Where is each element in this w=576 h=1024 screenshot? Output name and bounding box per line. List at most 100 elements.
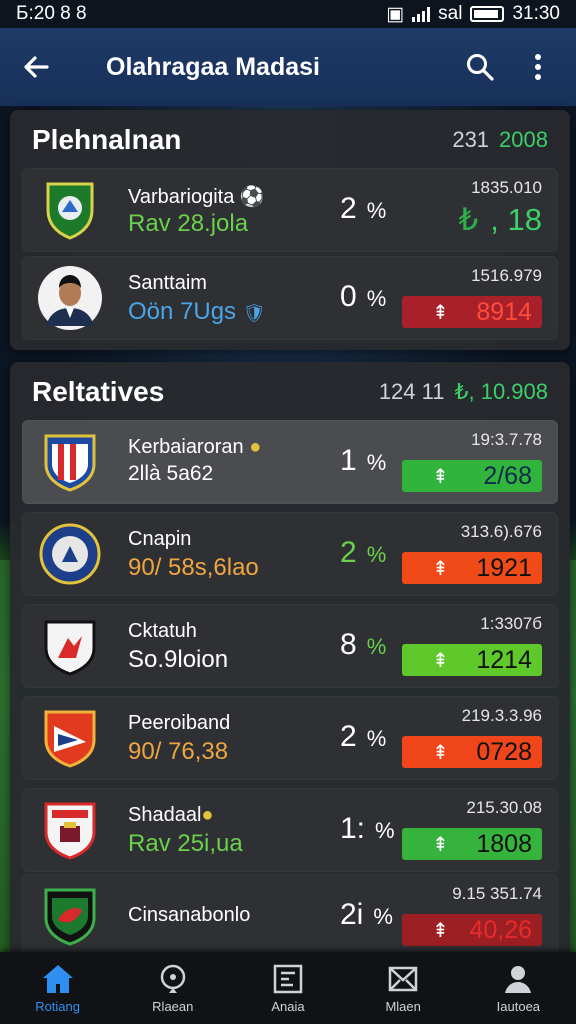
app-bar: Olahragaa Madasi xyxy=(0,28,576,106)
section-stat-b: 2008 xyxy=(499,127,548,152)
value-bar: ⇞ 8914 xyxy=(402,296,542,328)
nav-home[interactable]: Rotiang xyxy=(8,963,108,1014)
item-sub: Rav 28.jola xyxy=(128,210,249,237)
bar-value: 40,26 xyxy=(469,915,532,944)
nav-label: Rlaean xyxy=(152,998,194,1014)
value-bar: ⇞ 1921 xyxy=(402,552,542,584)
value-bar: ⇞ 0728 xyxy=(402,736,542,768)
team-crest-icon xyxy=(44,434,96,492)
item-percent: 2% xyxy=(340,192,387,225)
team-crest-icon xyxy=(39,523,101,585)
item-percent: 2% xyxy=(340,536,387,569)
list-item[interactable]: Shadaal● Rav 25i,ua 1:% 215.30.08 ⇞ 1808 xyxy=(22,788,558,872)
arrow-up-icon: ⇞ xyxy=(432,557,449,580)
section-title: Reltatives xyxy=(32,376,165,407)
item-value: ₺ , 18 xyxy=(458,202,542,237)
section-header: Reltatives 124 11 ₺, 10.908 xyxy=(10,362,570,422)
item-sub: Rav 25i,ua xyxy=(128,830,243,857)
arrow-up-icon: ⇞ xyxy=(432,301,449,324)
item-percent: 1:% xyxy=(340,812,395,845)
section-stats: 231 2008 xyxy=(452,127,548,153)
section-relatives: Reltatives 124 11 ₺, 10.908 Kerbaiaroran… xyxy=(10,362,570,958)
status-bar: Б:20 8 8 ▣ sal 31:30 xyxy=(0,0,576,28)
section-title: Plehnalnan xyxy=(32,124,182,155)
nav-messages[interactable]: Mlaen xyxy=(353,963,453,1014)
section-stat-a: 231 xyxy=(452,127,490,152)
coin-icon: ● xyxy=(201,804,214,826)
value-bar: ⇞ 1808 xyxy=(402,828,542,860)
profile-icon xyxy=(505,965,532,993)
item-small-value: 313.6).676 xyxy=(460,522,542,541)
back-button[interactable] xyxy=(16,47,56,87)
bottom-navigation: Rotiang Rlaean Anaia Mlaen Iautoea xyxy=(0,952,576,1024)
bar-value: 1214 xyxy=(476,645,532,674)
item-name: Cinsanabonlo xyxy=(128,904,251,926)
item-small-value: 1835.010 xyxy=(471,178,542,197)
item-percent: 2% xyxy=(340,720,387,753)
nav-profile[interactable]: Iautoea xyxy=(468,963,568,1014)
value-bar: ⇞ 1214 xyxy=(402,644,542,676)
section-header: Plehnalnan 231 2008 xyxy=(10,110,570,170)
team-crest-icon xyxy=(44,620,96,676)
item-sub: 90/ 76,38 xyxy=(128,738,229,765)
team-badge-icon: 🛡 xyxy=(242,303,266,323)
section-stat-b: ₺, 10.908 xyxy=(454,379,548,404)
nav-label: Rotiang xyxy=(35,998,80,1014)
bar-value: 2/68 xyxy=(483,461,532,490)
bar-value: 1808 xyxy=(476,829,532,858)
item-name: Cnapin xyxy=(128,528,192,550)
nav-label: Mlaen xyxy=(385,998,421,1014)
nav-label: Anaia xyxy=(271,998,305,1014)
value-bar: ⇞ 2/68 xyxy=(402,460,542,492)
section-players: Plehnalnan 231 2008 Varbariogita ⚽ Rav 2… xyxy=(10,110,570,350)
item-sub: 2llà 5a62 xyxy=(128,462,214,485)
back-arrow-icon xyxy=(24,56,49,78)
network-label: sal xyxy=(438,3,463,24)
list-item[interactable]: Cinsanabonlo 2i% 9.15 351.74 ⇞ 40,26 xyxy=(22,874,558,954)
list-item[interactable]: Kerbaiaroran ● 2llà 5a62 1% 19:3.7.78 ⇞ … xyxy=(22,420,558,504)
arrow-up-icon: ⇞ xyxy=(432,649,449,672)
item-small-value: 219.3.3.96 xyxy=(461,706,542,725)
search-button[interactable] xyxy=(458,45,502,89)
section-stat-a: 124 11 xyxy=(378,379,445,404)
more-vert-icon xyxy=(535,54,541,80)
item-name: Santtaim xyxy=(128,272,207,294)
list-item[interactable]: Peeroiband 90/ 76,38 2% 219.3.3.96 ⇞ 072… xyxy=(22,696,558,780)
status-icons: ▣ sal 31:30 xyxy=(386,3,560,26)
bar-value: 0728 xyxy=(476,737,532,766)
player-avatar xyxy=(38,266,102,330)
list-item[interactable]: Santtaim Oön 7Ugs 🛡 0% 1516.979 ⇞ 8914 xyxy=(22,256,558,340)
item-name: Cktatuh xyxy=(128,620,197,642)
item-percent: 1% xyxy=(340,444,387,477)
list-item[interactable]: Cnapin 90/ 58s,6lao 2% 313.6).676 ⇞ 1921 xyxy=(22,512,558,596)
notification-icon: ▣ xyxy=(386,3,405,25)
item-small-value: 215.30.08 xyxy=(466,798,542,817)
bar-value: 1921 xyxy=(476,553,532,582)
app-title: Olahragaa Madasi xyxy=(106,52,320,81)
lira-icon: ₺ xyxy=(458,202,479,237)
list-item[interactable]: Cktatuh So.9loion 8% 1:3307б ⇞ 1214 xyxy=(22,604,558,688)
item-small-value: 19:3.7.78 xyxy=(471,430,542,449)
location-icon xyxy=(160,964,186,993)
team-crest-icon xyxy=(44,888,96,946)
team-crest-icon xyxy=(44,802,96,860)
item-sub: Oön 7Ugs 🛡 xyxy=(128,298,266,325)
value-bar: ⇞ 40,26 xyxy=(402,914,542,946)
board-icon xyxy=(273,964,303,993)
list-item[interactable]: Varbariogita ⚽ Rav 28.jola 2% 1835.010 ₺… xyxy=(22,168,558,252)
item-sub: So.9loion xyxy=(128,646,229,673)
arrow-up-icon: ⇞ xyxy=(432,833,449,856)
search-icon xyxy=(467,54,494,81)
team-crest-icon xyxy=(44,710,96,768)
arrow-up-icon: ⇞ xyxy=(432,465,449,488)
nav-board[interactable]: Anaia xyxy=(238,963,338,1014)
arrow-up-icon: ⇞ xyxy=(432,919,449,942)
battery-icon xyxy=(470,6,505,22)
coin-icon: ● xyxy=(249,436,262,458)
home-icon xyxy=(42,964,73,993)
item-sub: 90/ 58s,6lao xyxy=(128,554,259,581)
more-options-button[interactable] xyxy=(516,45,560,89)
item-percent: 8% xyxy=(340,628,387,661)
nav-location[interactable]: Rlaean xyxy=(123,963,223,1014)
item-small-value: 1516.979 xyxy=(471,266,542,285)
